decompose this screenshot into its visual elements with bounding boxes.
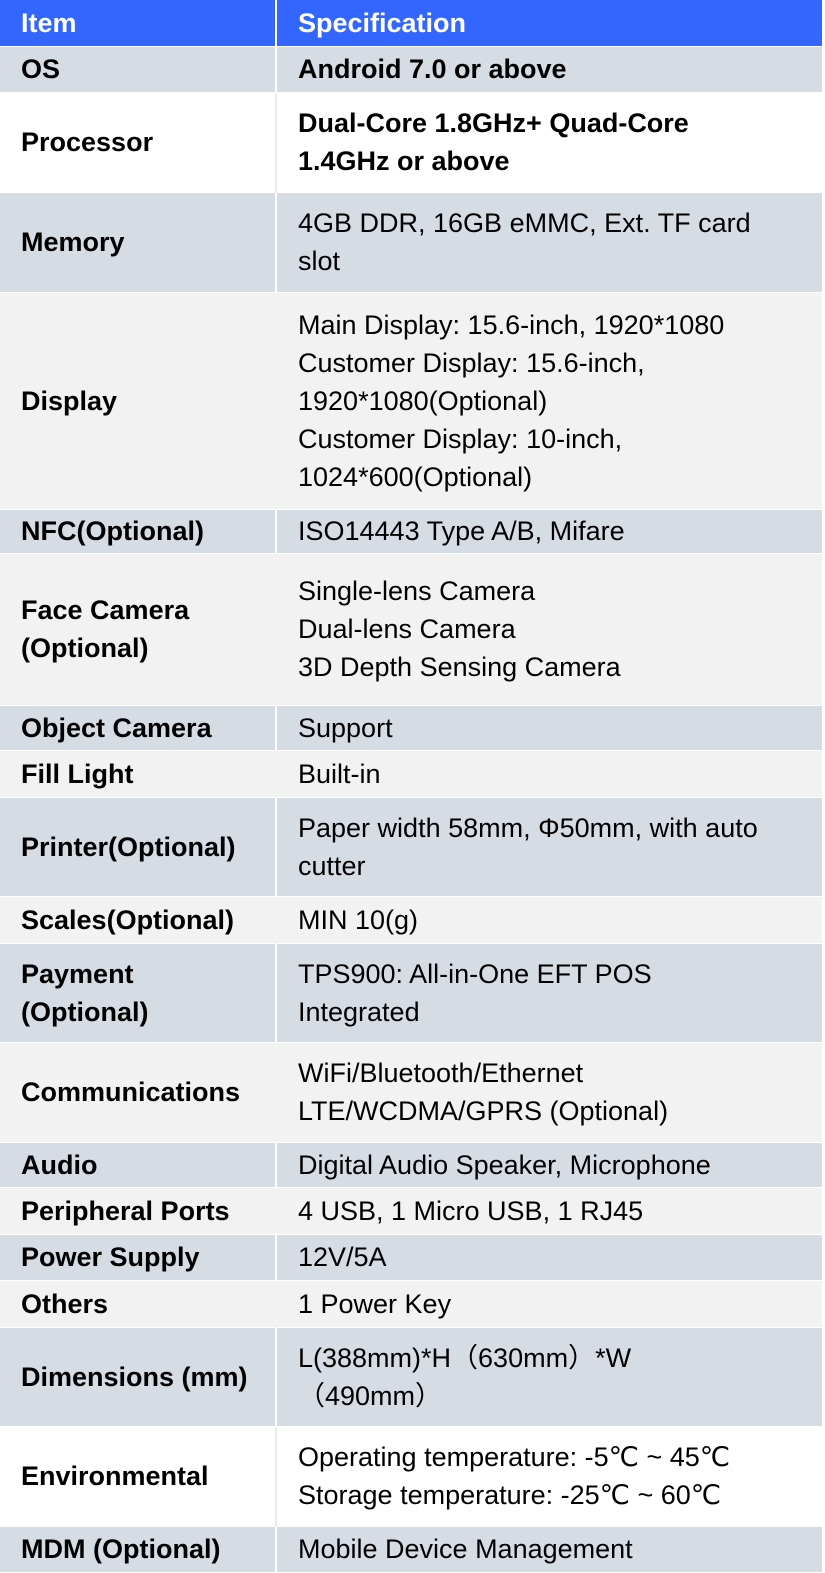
item-cell: Others bbox=[0, 1280, 276, 1328]
table-row-processor: Processor Dual-Core 1.8GHz+ Quad-Core 1.… bbox=[0, 92, 822, 193]
spec-line: 3D Depth Sensing Camera bbox=[298, 652, 621, 682]
item-line: Payment bbox=[21, 958, 134, 989]
item-cell: Fill Light bbox=[0, 750, 276, 798]
item-cell: Object Camera bbox=[0, 705, 276, 751]
header-specification: Specification bbox=[275, 0, 822, 47]
table-row-os: OS Android 7.0 or above bbox=[0, 46, 822, 93]
header-item: Item bbox=[0, 0, 276, 47]
spec-cell: Support bbox=[275, 705, 822, 751]
spec-line: WiFi/Bluetooth/Ethernet bbox=[298, 1058, 584, 1088]
table-row-peripheral-ports: Peripheral Ports 4 USB, 1 Micro USB, 1 R… bbox=[0, 1187, 822, 1235]
spec-line: Storage temperature: -25℃ ~ 60℃ bbox=[298, 1480, 722, 1510]
spec-line: slot bbox=[298, 246, 341, 276]
item-cell: Communications bbox=[0, 1042, 276, 1143]
item-line: Face Camera bbox=[21, 595, 190, 625]
spec-cell: Main Display: 15.6-inch, 1920*1080 Custo… bbox=[275, 292, 822, 510]
spec-line: Digital Audio Speaker, Microphone bbox=[298, 1149, 711, 1180]
spec-cell: L(388mm)*H（630mm）*W （490mm） bbox=[275, 1327, 822, 1427]
spec-cell: Digital Audio Speaker, Microphone bbox=[275, 1142, 822, 1188]
spec-line: Dual-lens Camera bbox=[298, 614, 516, 644]
item-cell: Payment (Optional) bbox=[0, 943, 276, 1043]
table-row-scales: Scales(Optional) MIN 10(g) bbox=[0, 896, 822, 944]
spec-cell: 1 Power Key bbox=[275, 1280, 822, 1328]
spec-cell: TPS900: All-in-One EFT POS Integrated bbox=[275, 943, 822, 1043]
spec-line: 4 USB, 1 Micro USB, 1 RJ45 bbox=[298, 1195, 644, 1226]
spec-cell: Operating temperature: -5℃ ~ 45℃ Storage… bbox=[275, 1426, 822, 1527]
item-line: (Optional) bbox=[21, 996, 149, 1027]
table-row-power-supply: Power Supply 12V/5A bbox=[0, 1234, 822, 1281]
spec-line: cutter bbox=[298, 850, 366, 881]
table-row-mdm: MDM (Optional) Mobile Device Management bbox=[0, 1526, 822, 1573]
spec-cell: Paper width 58mm, Φ50mm, with auto cutte… bbox=[275, 797, 822, 897]
spec-line: L(388mm)*H（630mm）*W bbox=[298, 1342, 632, 1373]
spec-line: Customer Display: 10-inch, bbox=[298, 423, 623, 454]
item-cell: MDM (Optional) bbox=[0, 1526, 276, 1573]
table-row-nfc: NFC(Optional) ISO14443 Type A/B, Mifare bbox=[0, 509, 822, 554]
spec-line: Single-lens Camera bbox=[298, 576, 536, 606]
spec-cell: Mobile Device Management bbox=[275, 1526, 822, 1573]
spec-line: MIN 10(g) bbox=[298, 904, 419, 935]
item-cell: Power Supply bbox=[0, 1234, 276, 1281]
table-row-object-camera: Object Camera Support bbox=[0, 705, 822, 751]
spec-line: TPS900: All-in-One EFT POS bbox=[298, 958, 652, 989]
item-cell: Processor bbox=[0, 92, 276, 193]
spec-line: Mobile Device Management bbox=[298, 1534, 633, 1564]
table-row-communications: Communications WiFi/Bluetooth/Ethernet L… bbox=[0, 1042, 822, 1143]
spec-line: 1920*1080(Optional) bbox=[298, 385, 548, 416]
table-row-face-camera: Face Camera (Optional) Single-lens Camer… bbox=[0, 553, 822, 706]
item-cell: NFC(Optional) bbox=[0, 509, 276, 554]
spec-line: Dual-Core 1.8GHz+ Quad-Core bbox=[298, 108, 689, 138]
item-line: (Optional) bbox=[21, 633, 149, 663]
spec-line: Customer Display: 15.6-inch, bbox=[298, 347, 645, 378]
spec-cell: MIN 10(g) bbox=[275, 896, 822, 944]
table-row-environmental: Environmental Operating temperature: -5℃… bbox=[0, 1426, 822, 1527]
spec-line: 12V/5A bbox=[298, 1242, 387, 1272]
spec-line: （490mm） bbox=[298, 1380, 443, 1411]
spec-line: 4GB DDR, 16GB eMMC, Ext. TF card bbox=[298, 208, 751, 238]
table-row-others: Others 1 Power Key bbox=[0, 1280, 822, 1328]
table-row-fill-light: Fill Light Built-in bbox=[0, 750, 822, 798]
item-cell: Face Camera (Optional) bbox=[0, 553, 276, 706]
spec-line: Support bbox=[298, 712, 393, 743]
item-cell: Display bbox=[0, 292, 276, 510]
spec-line: 1 Power Key bbox=[298, 1288, 452, 1319]
spec-cell: Dual-Core 1.8GHz+ Quad-Core 1.4GHz or ab… bbox=[275, 92, 822, 193]
item-cell: Printer(Optional) bbox=[0, 797, 276, 897]
spec-line: LTE/WCDMA/GPRS (Optional) bbox=[298, 1096, 669, 1126]
spec-cell: 4 USB, 1 Micro USB, 1 RJ45 bbox=[275, 1187, 822, 1235]
spec-cell: Single-lens Camera Dual-lens Camera 3D D… bbox=[275, 553, 822, 706]
spec-cell: 12V/5A bbox=[275, 1234, 822, 1281]
spec-line: Integrated bbox=[298, 996, 420, 1027]
item-cell: Peripheral Ports bbox=[0, 1187, 276, 1235]
table-row-memory: Memory 4GB DDR, 16GB eMMC, Ext. TF card … bbox=[0, 192, 822, 293]
specification-table: Item Specification OS Android 7.0 or abo… bbox=[0, 0, 822, 1573]
table-row-audio: Audio Digital Audio Speaker, Microphone bbox=[0, 1142, 822, 1188]
spec-cell: ISO14443 Type A/B, Mifare bbox=[275, 509, 822, 554]
spec-line: Main Display: 15.6-inch, 1920*1080 bbox=[298, 309, 725, 340]
item-cell: Scales(Optional) bbox=[0, 896, 276, 944]
spec-line: ISO14443 Type A/B, Mifare bbox=[298, 516, 625, 546]
table-row-dimensions: Dimensions (mm) L(388mm)*H（630mm）*W （490… bbox=[0, 1327, 822, 1427]
spec-cell: Built-in bbox=[275, 750, 822, 798]
spec-line: 1.4GHz or above bbox=[298, 146, 510, 176]
table-header-row: Item Specification bbox=[0, 0, 822, 47]
item-cell: OS bbox=[0, 46, 276, 93]
item-cell: Environmental bbox=[0, 1426, 276, 1527]
table-row-display: Display Main Display: 15.6-inch, 1920*10… bbox=[0, 292, 822, 510]
spec-cell: Android 7.0 or above bbox=[275, 46, 822, 93]
spec-cell: WiFi/Bluetooth/Ethernet LTE/WCDMA/GPRS (… bbox=[275, 1042, 822, 1143]
item-cell: Memory bbox=[0, 192, 276, 293]
spec-line: Built-in bbox=[298, 758, 381, 789]
table-row-printer: Printer(Optional) Paper width 58mm, Φ50m… bbox=[0, 797, 822, 897]
spec-line: Paper width 58mm, Φ50mm, with auto bbox=[298, 812, 758, 843]
spec-line: Android 7.0 or above bbox=[298, 54, 567, 84]
spec-line: Operating temperature: -5℃ ~ 45℃ bbox=[298, 1442, 731, 1472]
spec-line: 1024*600(Optional) bbox=[298, 461, 533, 492]
table-row-payment: Payment (Optional) TPS900: All-in-One EF… bbox=[0, 943, 822, 1043]
item-cell: Dimensions (mm) bbox=[0, 1327, 276, 1427]
spec-cell: 4GB DDR, 16GB eMMC, Ext. TF card slot bbox=[275, 192, 822, 293]
item-cell: Audio bbox=[0, 1142, 276, 1188]
